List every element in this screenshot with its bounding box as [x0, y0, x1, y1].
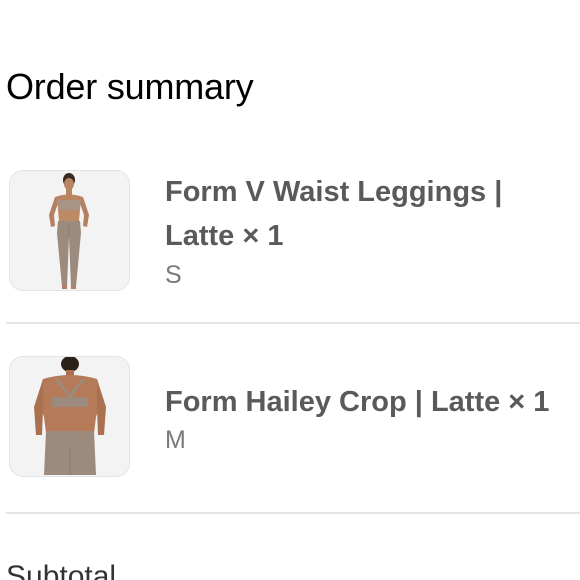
item-size-variant: S: [165, 261, 182, 289]
item-quantity: × 1: [508, 386, 550, 418]
item-name: Form V Waist Leggings | Latte: [165, 176, 503, 252]
item-title: Form V Waist Leggings | Latte × 1: [165, 170, 565, 258]
item-quantity: × 1: [242, 220, 284, 252]
order-summary-page: Order summary Form V Waist Leggings | La…: [0, 0, 580, 580]
order-summary-title: Order summary: [6, 66, 254, 107]
product-thumbnail-leggings: [9, 170, 130, 291]
item-size-variant: M: [165, 426, 186, 454]
leggings-model-image: [10, 171, 128, 289]
divider: [6, 512, 580, 514]
item-name: Form Hailey Crop | Latte: [165, 386, 501, 418]
item-title: Form Hailey Crop | Latte × 1: [165, 380, 549, 424]
product-thumbnail-crop: [9, 356, 130, 477]
subtotal-label: Subtotal: [6, 560, 117, 580]
divider: [6, 322, 580, 324]
crop-model-image: [10, 357, 128, 475]
